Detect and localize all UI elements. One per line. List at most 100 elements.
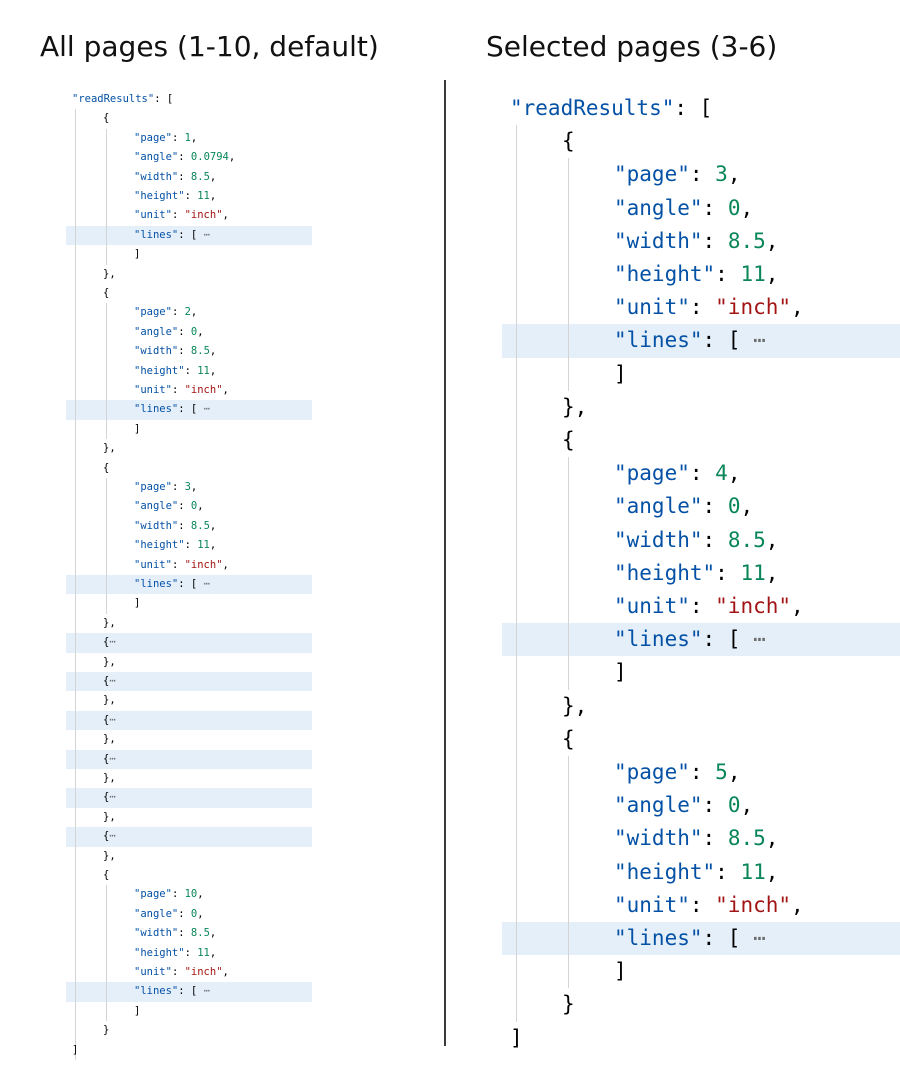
indent-guide [75, 109, 76, 1060]
json-punctuation: : [178, 519, 191, 532]
json-punctuation: }, [562, 394, 588, 419]
ellipsis-icon[interactable]: ⋯ [204, 985, 210, 997]
json-punctuation: , [209, 946, 217, 959]
json-punctuation: ] [134, 597, 141, 610]
ellipsis-icon[interactable]: ⋯ [204, 403, 210, 415]
json-punctuation: { [103, 287, 110, 299]
json-punctuation: : [171, 966, 185, 978]
ellipsis-icon[interactable]: ⋯ [204, 229, 210, 241]
json-punctuation: }, [562, 693, 588, 718]
json-punctuation: : [178, 325, 191, 338]
json-punctuation: { [103, 112, 110, 125]
ellipsis-icon[interactable]: ⋯ [109, 830, 115, 842]
json-punctuation: ] [72, 1043, 79, 1056]
json-punctuation: , [740, 793, 754, 818]
left-code-panel: "readResults": [{"page": 1, "angle": 0.07… [66, 90, 312, 1060]
json-number: 8.5 [190, 345, 210, 358]
code-line: "lines": [ ⋯ [134, 982, 210, 1001]
ellipsis-icon[interactable]: ⋯ [109, 753, 115, 765]
json-punctuation: , [197, 907, 204, 920]
code-line: ] [510, 1022, 523, 1055]
json-punctuation: : [ [702, 627, 754, 652]
code-line: "width": 8.5, [134, 342, 216, 361]
json-number: 8.5 [727, 527, 766, 552]
json-punctuation: , [209, 927, 217, 940]
json-punctuation: : [178, 500, 191, 513]
json-key: "unit" [614, 295, 690, 320]
code-line: }, [562, 690, 587, 723]
json-string: "inch" [715, 594, 792, 618]
code-line: }, [103, 439, 116, 458]
code-line: "page": 2, [134, 303, 197, 322]
json-key: "angle" [134, 325, 179, 338]
ellipsis-icon[interactable]: ⋯ [753, 328, 766, 352]
ellipsis-icon[interactable]: ⋯ [753, 926, 766, 950]
json-number: 11 [197, 539, 210, 552]
json-key: "page" [614, 760, 690, 784]
json-punctuation: }, [103, 772, 116, 784]
code-line: {⋯ [103, 788, 116, 807]
json-punctuation: , [197, 325, 204, 338]
json-string: "inch" [184, 966, 223, 978]
code-line: {⋯ [103, 633, 116, 652]
ellipsis-icon[interactable]: ⋯ [109, 791, 115, 803]
json-punctuation: , [791, 295, 804, 320]
json-number: 8.5 [727, 826, 766, 851]
ellipsis-icon[interactable]: ⋯ [204, 578, 210, 590]
json-punctuation: , [791, 892, 804, 917]
code-line: "lines": [ ⋯ [134, 575, 210, 594]
indent-guide [568, 756, 569, 989]
ellipsis-icon[interactable]: ⋯ [109, 675, 115, 687]
json-key: "lines" [134, 403, 179, 416]
code-line: "unit": "inch", [134, 206, 229, 225]
code-line: "readResults": [ [510, 92, 712, 125]
json-key: "unit" [614, 594, 690, 618]
code-line: "height": 11, [614, 557, 778, 590]
code-line: "readResults": [ [72, 90, 173, 109]
json-key: "height" [134, 946, 185, 959]
ellipsis-icon[interactable]: ⋯ [109, 714, 115, 726]
code-line: "width": 8.5, [134, 924, 216, 943]
code-line: }, [103, 769, 116, 788]
json-punctuation: : [171, 306, 185, 319]
json-punctuation: , [209, 364, 217, 377]
json-punctuation: : [171, 209, 185, 222]
json-punctuation: }, [103, 694, 116, 707]
code-line: "height": 11, [134, 536, 216, 555]
code-line: ] [134, 420, 140, 439]
json-punctuation: : [171, 384, 185, 396]
left-heading: All pages (1-10, default) [40, 30, 379, 63]
ellipsis-icon[interactable]: ⋯ [109, 636, 115, 648]
json-punctuation: ] [510, 1025, 523, 1050]
code-line: "page": 4, [614, 457, 740, 490]
json-key: "readResults" [72, 93, 155, 105]
json-key: "lines" [614, 926, 703, 950]
json-punctuation: , [190, 481, 198, 493]
json-punctuation: , [222, 558, 229, 571]
json-number: 5 [715, 760, 728, 784]
json-string: "inch" [184, 384, 223, 396]
json-punctuation: , [209, 170, 217, 183]
json-punctuation: : [171, 888, 185, 901]
json-punctuation: ] [134, 1004, 141, 1017]
json-punctuation: }, [103, 616, 116, 629]
code-line: "lines": [ ⋯ [614, 324, 766, 357]
code-line: { [103, 459, 109, 478]
code-line: "unit": "inch", [134, 556, 229, 575]
code-line: ] [614, 656, 627, 689]
json-punctuation: , [765, 527, 779, 552]
json-punctuation: : [184, 539, 198, 552]
code-line: "page": 10, [134, 885, 204, 904]
json-key: "height" [614, 859, 716, 884]
code-line: "width": 8.5, [134, 517, 216, 536]
indent-guide [106, 885, 107, 1022]
code-line: ] [72, 1041, 78, 1060]
json-number: 11 [197, 364, 210, 377]
json-key: "height" [134, 364, 185, 377]
json-punctuation: , [209, 190, 217, 202]
json-key: "angle" [134, 500, 179, 513]
ellipsis-icon[interactable]: ⋯ [753, 627, 766, 651]
code-line: {⋯ [103, 711, 116, 730]
json-punctuation: , [765, 826, 779, 851]
json-key: "height" [134, 539, 185, 552]
